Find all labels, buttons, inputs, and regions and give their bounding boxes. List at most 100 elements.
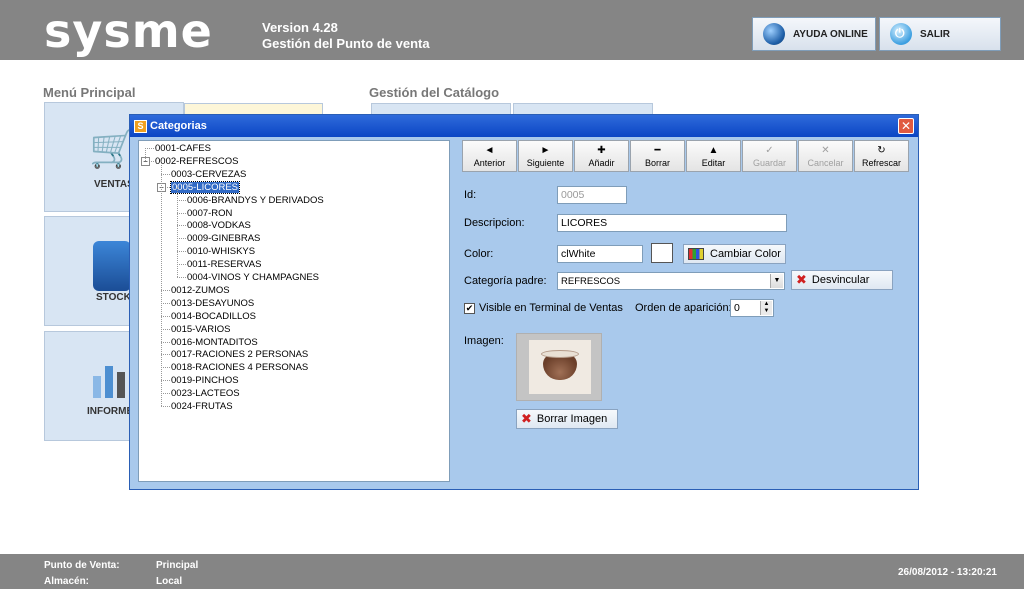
tree-node[interactable]: 0016-MONTADITOS	[171, 336, 258, 349]
cancel-button[interactable]: ✕ Cancelar	[798, 140, 853, 172]
tree-node-label: 0010-WHISKYS	[187, 246, 256, 258]
tree-node[interactable]: 0009-GINEBRAS	[187, 232, 260, 245]
edit-label: Editar	[701, 157, 726, 168]
dialog-titlebar[interactable]: S Categorias ✕	[130, 115, 918, 137]
order-value: 0	[734, 302, 740, 314]
visible-label: Visible en Terminal de Ventas	[479, 302, 623, 314]
tree-node[interactable]: 0003-CERVEZAS	[171, 168, 246, 181]
status-footer: Punto de Venta: Principal Almacén: Local…	[0, 554, 1024, 589]
tree-node[interactable]: 0023-LACTEOS	[171, 387, 240, 400]
tree-node[interactable]: 0001-CAFES	[155, 142, 211, 155]
delete-icon: ━	[654, 144, 661, 156]
tree-node[interactable]: 0013-DESAYUNOS	[171, 297, 254, 310]
order-label: Orden de aparición:	[635, 302, 732, 314]
tree-node-label: 0019-PINCHOS	[171, 375, 239, 387]
tree-node[interactable]: 0007-RON	[187, 207, 232, 220]
liqueur-glass-image	[529, 340, 591, 394]
add-button[interactable]: ✚ Añadir	[574, 140, 629, 172]
add-icon: ✚	[597, 144, 606, 156]
datetime: 26/08/2012 - 13:20:21	[898, 567, 997, 578]
tree-node-label: 0014-BOCADILLOS	[171, 310, 257, 322]
delete-image-label: Borrar Imagen	[536, 413, 608, 425]
tree-node[interactable]: 0019-PINCHOS	[171, 374, 239, 387]
exit-button[interactable]: SALIR	[879, 17, 1001, 51]
tree-node[interactable]: 0010-WHISKYS	[187, 245, 255, 258]
save-button[interactable]: ✓ Guardar	[742, 140, 797, 172]
main-menu-title: Menú Principal	[43, 85, 136, 100]
color-swatch	[651, 243, 673, 263]
version-info: Version 4.28 Gestión del Punto de venta	[262, 20, 430, 52]
tree-node[interactable]: 0011-RESERVAS	[187, 258, 261, 271]
parent-category-value: REFRESCOS	[561, 276, 621, 287]
tree-node-label: 0015-VARIOS	[171, 323, 231, 335]
refresh-label: Refrescar	[861, 157, 901, 168]
tree-node[interactable]: 0008-VODKAS	[187, 219, 251, 232]
category-tree[interactable]: 0001-CAFES 0002-REFRESCOS −0003-CERVEZAS 00…	[138, 140, 450, 482]
unlink-label: Desvincular	[811, 274, 870, 286]
top-header: sysme Version 4.28 Gestión del Punto de …	[0, 0, 1024, 60]
refresh-button[interactable]: ↻ Refrescar	[854, 140, 909, 172]
tree-node-label: 0003-CERVEZAS	[171, 168, 247, 180]
tree-node-label: 0023-LACTEOS	[171, 388, 240, 400]
id-field: 0005	[557, 186, 627, 204]
edit-icon: ▲	[708, 144, 719, 156]
next-button[interactable]: ► Siguiente	[518, 140, 573, 172]
tree-node-label: 0004-VINOS Y CHAMPAGNES	[187, 272, 319, 283]
categories-dialog: S Categorias ✕ 0001-CAFES 0002-REFRESCOS −…	[129, 114, 919, 490]
tree-node-label: 0017-RACIONES 2 PERSONAS	[171, 349, 309, 361]
tree-node[interactable]: 0017-RACIONES 2 PERSONAS	[171, 348, 308, 361]
tree-node[interactable]: 0024-FRUTAS	[171, 400, 233, 413]
tree-node-label: 0011-RESERVAS	[187, 259, 262, 271]
palette-icon	[688, 248, 704, 260]
tree-node-label: 0006-BRANDYS Y DERIVADOS	[187, 194, 324, 206]
add-label: Añadir	[588, 157, 615, 168]
tree-node[interactable]: 0005-LICORES	[169, 180, 241, 194]
order-spinner[interactable]: 0 ▲ ▼	[730, 299, 774, 317]
tree-node[interactable]: 0015-VARIOS	[171, 323, 231, 336]
red-x-icon: ✖	[521, 411, 532, 426]
next-icon: ►	[540, 144, 551, 156]
tree-node-label: 0007-RON	[187, 207, 233, 219]
change-color-label: Cambiar Color	[710, 248, 781, 260]
color-input[interactable]: clWhite	[557, 245, 643, 263]
help-online-button[interactable]: AYUDA ONLINE	[752, 17, 876, 51]
app-logo: sysme	[44, 4, 213, 58]
tree-node[interactable]: 0012-ZUMOS	[171, 284, 230, 297]
tree-node[interactable]: 0004-VINOS Y CHAMPAGNES	[187, 271, 319, 284]
delete-image-button[interactable]: ✖ Borrar Imagen	[516, 409, 618, 429]
edit-button[interactable]: ▲ Editar	[686, 140, 741, 172]
visible-checkbox[interactable]: ✔	[464, 303, 475, 314]
category-image[interactable]	[516, 333, 602, 401]
parent-category-label: Categoría padre:	[464, 275, 547, 287]
chevron-down-icon[interactable]: ▼	[770, 274, 783, 288]
change-color-button[interactable]: Cambiar Color	[683, 244, 786, 264]
tree-node[interactable]: 0018-RACIONES 4 PERSONAS	[171, 361, 308, 374]
red-x-icon: ✖	[796, 272, 807, 287]
delete-button[interactable]: ━ Borrar	[630, 140, 685, 172]
pos-value: Principal	[156, 560, 199, 571]
store-value: Local	[156, 576, 183, 587]
unlink-button[interactable]: ✖ Desvincular	[791, 270, 893, 290]
bar-chart-icon	[93, 366, 133, 398]
cancel-label: Cancelar	[807, 157, 844, 168]
close-button[interactable]: ✕	[898, 118, 914, 134]
next-label: Siguiente	[526, 157, 565, 168]
cancel-icon: ✕	[821, 144, 830, 156]
id-label: Id:	[464, 189, 477, 201]
parent-category-select[interactable]: REFRESCOS ▼	[557, 272, 785, 290]
version-number: Version 4.28	[262, 20, 338, 35]
spinner-arrows-icon[interactable]: ▲ ▼	[760, 301, 772, 315]
tree-node-label: 0001-CAFES	[155, 143, 211, 154]
catalog-title: Gestión del Catálogo	[369, 85, 500, 100]
tree-node[interactable]: 0006-BRANDYS Y DERIVADOS	[187, 194, 324, 207]
tree-node[interactable]: 0014-BOCADILLOS	[171, 310, 256, 323]
prev-button[interactable]: ◄ Anterior	[462, 140, 517, 172]
tree-node[interactable]: 0002-REFRESCOS	[155, 155, 238, 168]
description-input[interactable]: LICORES	[557, 214, 787, 232]
dialog-title: Categorias	[150, 120, 207, 132]
database-icon	[93, 241, 131, 291]
color-label: Color:	[464, 248, 494, 260]
tree-node-label: 0013-DESAYUNOS	[171, 297, 255, 309]
store-label: Almacén:	[44, 576, 90, 587]
description-label: Descripcion:	[464, 217, 525, 229]
